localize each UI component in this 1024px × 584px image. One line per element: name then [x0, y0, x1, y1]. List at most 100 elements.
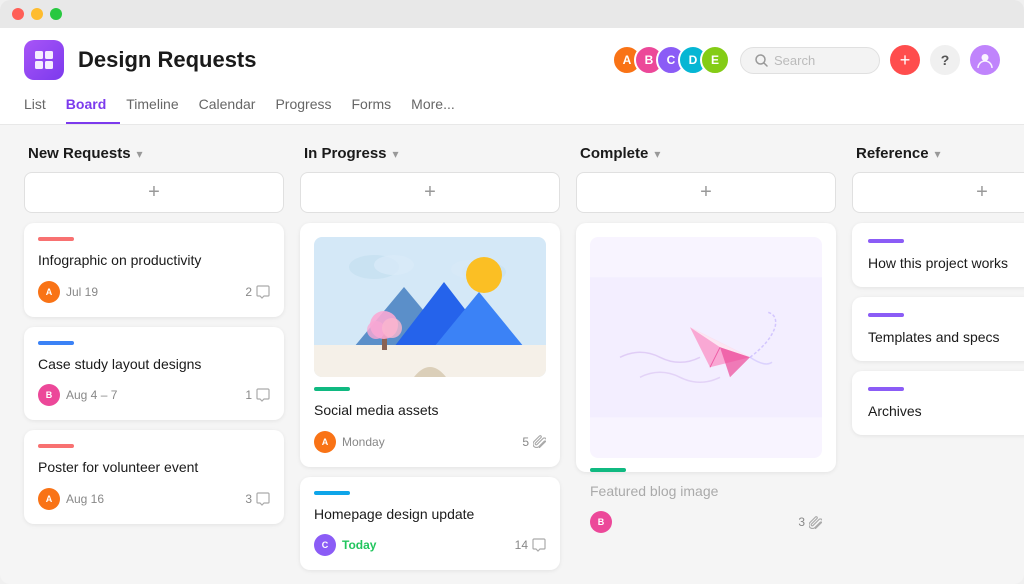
- add-card-in-progress[interactable]: +: [300, 172, 560, 213]
- tab-timeline[interactable]: Timeline: [126, 90, 192, 124]
- search-icon: [755, 54, 768, 67]
- column-header-in-progress: In Progress ▾: [300, 145, 560, 162]
- comment-icon: [256, 285, 270, 299]
- maximize-dot[interactable]: [50, 8, 62, 20]
- comment-count: 1: [245, 388, 252, 402]
- card-meta: A Aug 16: [38, 488, 104, 510]
- ref-title-how-it-works: How this project works: [868, 255, 1024, 271]
- card-title-social: Social media assets: [314, 401, 546, 421]
- column-title-new-requests: New Requests: [28, 145, 131, 162]
- project-title: Design Requests: [78, 47, 257, 73]
- card-date: Monday: [342, 435, 385, 449]
- add-button[interactable]: +: [890, 45, 920, 75]
- card-date: Aug 16: [66, 492, 104, 506]
- chevron-down-icon: ▾: [137, 147, 143, 161]
- column-complete: Complete ▾ +: [576, 145, 836, 564]
- card-label: [590, 468, 626, 472]
- comment-icon: [256, 388, 270, 402]
- header-left: Design Requests: [24, 40, 257, 80]
- card-meta: B Aug 4 – 7: [38, 384, 117, 406]
- member-avatars: A B C D E: [612, 45, 730, 75]
- ref-title-templates: Templates and specs: [868, 329, 1024, 345]
- search-placeholder: Search: [774, 53, 815, 68]
- app-icon: [24, 40, 64, 80]
- column-title-complete: Complete: [580, 145, 648, 162]
- card-infographic: Infographic on productivity A Jul 19 2: [24, 223, 284, 317]
- comment-icon: [532, 538, 546, 552]
- add-card-new-requests[interactable]: +: [24, 172, 284, 213]
- card-comments: 2: [245, 285, 270, 299]
- tab-forms[interactable]: Forms: [352, 90, 406, 124]
- card-attachments: 3: [798, 515, 822, 529]
- column-title-in-progress: In Progress: [304, 145, 387, 162]
- card-meta: A Jul 19: [38, 281, 98, 303]
- user-avatar[interactable]: [970, 45, 1000, 75]
- card-title-case-study: Case study layout designs: [38, 355, 270, 375]
- column-reference: Reference ▾ + How this project works Tem…: [852, 145, 1024, 564]
- card-title-poster: Poster for volunteer event: [38, 458, 270, 478]
- card-title-homepage: Homepage design update: [314, 505, 546, 525]
- header: Design Requests A B C D E Search: [0, 28, 1024, 125]
- header-top: Design Requests A B C D E Search: [24, 40, 1000, 80]
- header-right: A B C D E Search + ?: [612, 45, 1000, 75]
- column-new-requests: New Requests ▾ + Infographic on producti…: [24, 145, 284, 564]
- ref-label: [868, 387, 904, 391]
- card-image-mountain: [314, 237, 546, 377]
- card-avatar: A: [38, 281, 60, 303]
- tab-progress[interactable]: Progress: [275, 90, 345, 124]
- card-footer: A Aug 16 3: [38, 488, 270, 510]
- card-label: [38, 237, 74, 241]
- close-dot[interactable]: [12, 8, 24, 20]
- search-bar[interactable]: Search: [740, 47, 880, 74]
- plane-scene-svg: [590, 237, 822, 458]
- card-avatar: C: [314, 534, 336, 556]
- card-meta: A Monday: [314, 431, 385, 453]
- card-attachments: 5: [522, 435, 546, 449]
- attachment-count: 3: [798, 515, 805, 529]
- card-avatar: A: [38, 488, 60, 510]
- card-social-media: Social media assets A Monday 5: [300, 223, 560, 467]
- ref-label: [868, 239, 904, 243]
- avatar-5[interactable]: E: [700, 45, 730, 75]
- card-featured-blog: Featured blog image B 3: [576, 223, 836, 472]
- tab-more[interactable]: More...: [411, 90, 469, 124]
- chevron-down-icon: ▾: [654, 147, 660, 161]
- card-date: Aug 4 – 7: [66, 388, 117, 402]
- minimize-dot[interactable]: [31, 8, 43, 20]
- app-window: Design Requests A B C D E Search: [0, 0, 1024, 584]
- add-card-complete[interactable]: +: [576, 172, 836, 213]
- card-footer: A Monday 5: [314, 431, 546, 453]
- tab-list[interactable]: List: [24, 90, 60, 124]
- add-card-reference[interactable]: +: [852, 172, 1024, 213]
- board-area: New Requests ▾ + Infographic on producti…: [0, 125, 1024, 584]
- column-header-complete: Complete ▾: [576, 145, 836, 162]
- card-footer: B Aug 4 – 7 1: [38, 384, 270, 406]
- card-label: [314, 491, 350, 495]
- titlebar: [0, 0, 1024, 28]
- help-button[interactable]: ?: [930, 45, 960, 75]
- mountain-scene-svg: [314, 237, 546, 377]
- card-poster: Poster for volunteer event A Aug 16 3: [24, 430, 284, 524]
- card-comments: 1: [245, 388, 270, 402]
- comment-count: 2: [245, 285, 252, 299]
- column-header-new-requests: New Requests ▾: [24, 145, 284, 162]
- card-title-blog: Featured blog image: [590, 482, 822, 502]
- card-homepage: Homepage design update C Today 14: [300, 477, 560, 571]
- tab-board[interactable]: Board: [66, 90, 120, 124]
- card-avatar: B: [38, 384, 60, 406]
- card-footer: A Jul 19 2: [38, 281, 270, 303]
- card-title-infographic: Infographic on productivity: [38, 251, 270, 271]
- card-case-study: Case study layout designs B Aug 4 – 7 1: [24, 327, 284, 421]
- card-meta: B: [590, 511, 612, 533]
- card-avatar: B: [590, 511, 612, 533]
- tab-calendar[interactable]: Calendar: [199, 90, 270, 124]
- card-footer: C Today 14: [314, 534, 546, 556]
- card-image-plane: [590, 237, 822, 458]
- attachment-icon: [809, 516, 822, 529]
- attachment-icon: [533, 435, 546, 448]
- attachment-count: 5: [522, 435, 529, 449]
- comment-icon: [256, 492, 270, 506]
- column-header-reference: Reference ▾: [852, 145, 1024, 162]
- comment-count: 14: [515, 538, 528, 552]
- card-label: [38, 444, 74, 448]
